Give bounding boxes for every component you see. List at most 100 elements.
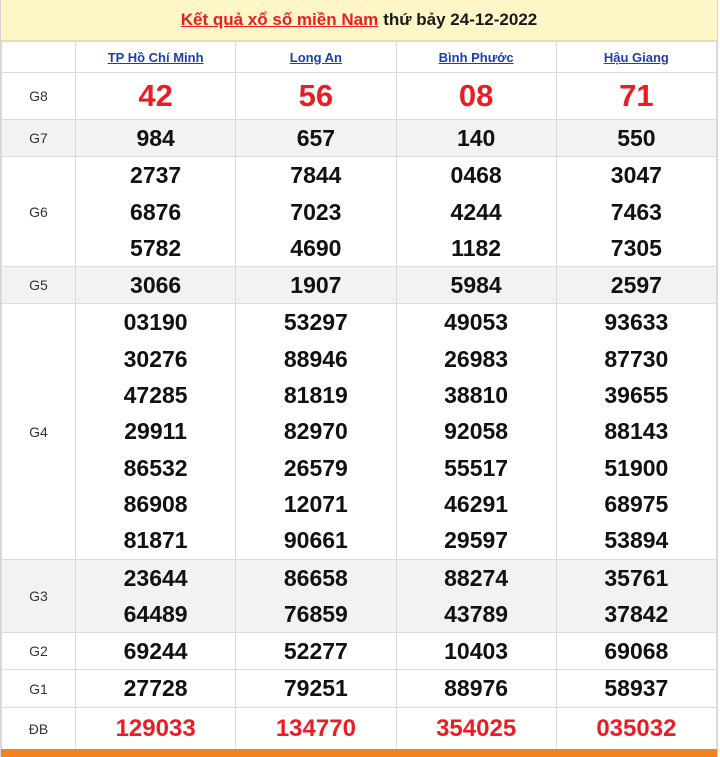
prize-cell: 140 — [395, 118, 557, 158]
prize-row-g5: G5 3066 1907 5984 2597 — [1, 266, 718, 305]
prize-row-g8: G8 42 56 08 71 — [1, 72, 718, 120]
prize-cell: 53297 88946 81819 82970 26579 12071 90661 — [235, 303, 397, 560]
winning-number: 03190 — [123, 309, 188, 336]
prize-cell: 86658 76859 — [235, 558, 397, 634]
winning-number: 26579 — [283, 454, 348, 481]
prize-row-đb: ĐB 129033 134770 354025 035032 — [1, 706, 718, 751]
prize-rows: G8 42 56 08 71 G7 984 657 140 550 G6 2737 6876 5782 78… — [1, 72, 718, 751]
prize-cell: 10403 — [395, 632, 557, 671]
prize-label: G3 — [1, 558, 76, 634]
prize-label: G2 — [1, 632, 76, 671]
prize-cell: 2737 6876 5782 — [74, 156, 237, 268]
winning-number: 23644 — [123, 564, 188, 591]
prize-cell: 5984 — [395, 266, 557, 305]
prize-cell: 3066 — [74, 266, 237, 305]
prize-cell: 35761 37842 — [555, 558, 718, 634]
winning-number: 49053 — [444, 309, 509, 336]
winning-number: 5984 — [450, 272, 502, 299]
prize-row-g3: G3 23644 64489 86658 76859 88274 43789 35761 378… — [1, 558, 718, 634]
winning-number: 69068 — [604, 638, 669, 665]
winning-number: 1182 — [451, 234, 502, 261]
winning-number: 81871 — [123, 527, 188, 554]
winning-number: 27728 — [123, 675, 188, 702]
winning-number: 39655 — [604, 382, 669, 409]
prize-cell: 134770 — [235, 706, 397, 751]
winning-number: 76859 — [283, 600, 348, 627]
prize-cell: 56 — [235, 72, 397, 120]
results-table: TP Hồ Chí Minh Long An Bình Phước Hậu Gi… — [1, 41, 718, 751]
prize-column-header — [1, 41, 76, 73]
winning-number: 64489 — [123, 600, 188, 627]
winning-number: 43789 — [444, 600, 509, 627]
province-link-hau-giang[interactable]: Hậu Giang — [604, 50, 669, 65]
prize-cell: 71 — [555, 72, 718, 120]
winning-number: 87730 — [604, 345, 669, 372]
winning-number: 3047 — [610, 162, 662, 189]
winning-number: 81819 — [283, 382, 348, 409]
winning-number: 7463 — [610, 198, 662, 225]
winning-number: 46291 — [444, 490, 509, 517]
prize-cell: 03190 30276 47285 29911 86532 86908 81871 — [74, 303, 237, 560]
prize-cell: 354025 — [395, 706, 557, 751]
winning-number: 86658 — [283, 564, 348, 591]
prize-cell: 0468 4244 1182 — [395, 156, 557, 268]
prize-cell: 7844 7023 4690 — [235, 156, 397, 268]
winning-number: 88946 — [283, 345, 348, 372]
winning-number: 984 — [136, 125, 175, 151]
winning-number: 58937 — [604, 675, 669, 702]
prize-row-g2: G2 69244 52277 10403 69068 — [1, 632, 718, 671]
prize-cell: 2597 — [555, 266, 718, 305]
prize-cell: 3047 7463 7305 — [555, 156, 718, 268]
winning-number: 93633 — [604, 309, 669, 336]
prize-cell: 035032 — [555, 706, 718, 751]
results-panel: Kết quả xổ số miền Nam thứ bảy 24-12-202… — [0, 0, 718, 757]
winning-number: 0468 — [450, 162, 502, 189]
prize-label: G5 — [1, 266, 76, 305]
region-results-link[interactable]: Kết quả xổ số miền Nam — [181, 10, 378, 30]
winning-number: 35761 — [604, 564, 669, 591]
winning-number: 68975 — [604, 490, 669, 517]
prize-cell: 984 — [74, 118, 237, 158]
winning-number: 134770 — [275, 714, 356, 742]
winning-number: 37842 — [604, 600, 669, 627]
winning-number: 7844 — [290, 162, 342, 189]
prize-cell: 08 — [395, 72, 557, 120]
prize-cell: 42 — [74, 72, 237, 120]
prize-cell: 550 — [555, 118, 718, 158]
winning-number: 657 — [296, 125, 336, 151]
winning-number: 29911 — [124, 418, 187, 445]
province-header-row: TP Hồ Chí Minh Long An Bình Phước Hậu Gi… — [1, 41, 718, 73]
winning-number: 2737 — [130, 162, 182, 189]
winning-number: 86532 — [123, 454, 188, 481]
winning-number: 88274 — [444, 564, 509, 591]
prize-label: G1 — [1, 669, 76, 708]
prize-label: ĐB — [1, 706, 76, 751]
winning-number: 53894 — [604, 527, 669, 554]
province-link-binh-phuoc[interactable]: Bình Phước — [439, 50, 514, 65]
results-title: Kết quả xổ số miền Nam thứ bảy 24-12-202… — [1, 0, 717, 41]
winning-number: 52277 — [283, 638, 348, 665]
winning-number: 035032 — [596, 714, 677, 742]
province-link-ho-chi-minh[interactable]: TP Hồ Chí Minh — [108, 50, 204, 65]
prize-cell: 69244 — [74, 632, 237, 671]
winning-number: 7305 — [610, 234, 662, 261]
winning-number: 82970 — [283, 418, 348, 445]
prize-cell: 657 — [235, 118, 397, 158]
province-link-long-an[interactable]: Long An — [290, 50, 342, 65]
prize-cell: 23644 64489 — [74, 558, 237, 634]
winning-number: 3066 — [130, 272, 182, 299]
prize-label: G6 — [1, 156, 76, 268]
winning-number: 550 — [617, 125, 656, 151]
prize-cell: 88274 43789 — [395, 558, 557, 634]
prize-row-g7: G7 984 657 140 550 — [1, 118, 718, 158]
winning-number: 88976 — [444, 675, 509, 702]
winning-number: 47285 — [123, 382, 188, 409]
winning-number: 140 — [456, 125, 496, 151]
winning-number: 88143 — [604, 418, 669, 445]
prize-cell: 1907 — [235, 266, 397, 305]
winning-number: 4690 — [290, 234, 342, 261]
winning-number: 29597 — [444, 527, 509, 554]
prize-label: G7 — [1, 118, 76, 158]
prize-cell: 27728 — [74, 669, 237, 708]
prize-cell: 52277 — [235, 632, 397, 671]
